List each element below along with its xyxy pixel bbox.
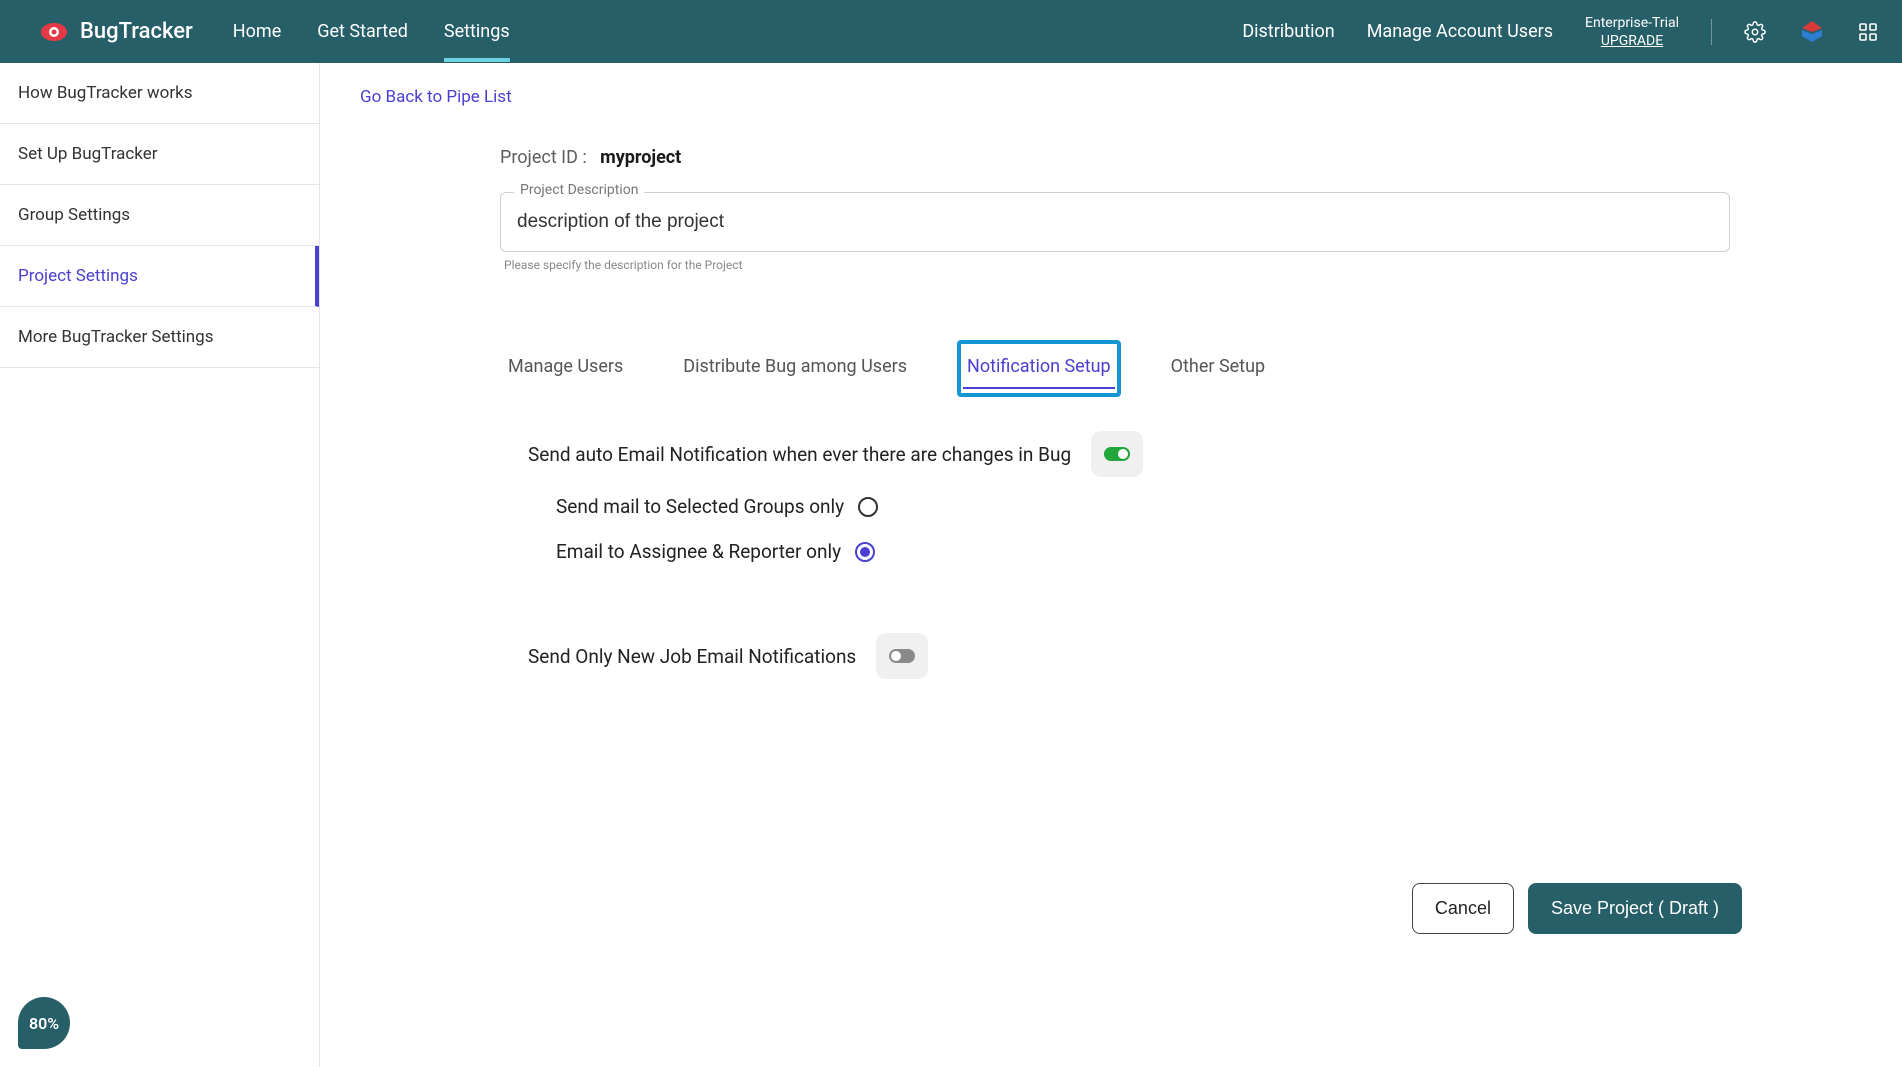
plan-info: Enterprise-Trial UPGRADE	[1585, 15, 1679, 49]
brand: BugTracker	[40, 19, 193, 44]
nav-settings[interactable]: Settings	[444, 3, 510, 60]
tab-notification-setup[interactable]: Notification Setup	[959, 342, 1119, 395]
notification-settings: Send auto Email Notification when ever t…	[528, 431, 1730, 679]
progress-chip[interactable]: 80%	[18, 997, 70, 1049]
form-footer: Cancel Save Project ( Draft )	[1412, 883, 1742, 934]
link-distribution[interactable]: Distribution	[1242, 21, 1334, 42]
project-id-row: Project ID : myproject	[500, 147, 1862, 168]
brand-logo-icon	[40, 22, 68, 42]
nav-get-started[interactable]: Get Started	[317, 3, 408, 60]
brand-name: BugTracker	[80, 19, 193, 44]
main-content: Go Back to Pipe List Project ID : myproj…	[320, 63, 1902, 1067]
apps-grid-icon[interactable]	[1858, 22, 1878, 42]
link-manage-account-users[interactable]: Manage Account Users	[1367, 21, 1553, 42]
new-job-toggle[interactable]	[876, 633, 928, 679]
sidebar-item-project-settings[interactable]: Project Settings	[0, 246, 319, 307]
project-tabs: Manage Users Distribute Bug among Users …	[500, 342, 1730, 395]
radio-assignee-reporter[interactable]	[855, 542, 875, 562]
radio-assignee-reporter-row: Email to Assignee & Reporter only	[556, 540, 1730, 563]
radio-selected-groups-row: Send mail to Selected Groups only	[556, 495, 1730, 518]
project-id-label: Project ID :	[500, 147, 587, 168]
radio-assignee-reporter-label: Email to Assignee & Reporter only	[556, 540, 841, 563]
save-project-button[interactable]: Save Project ( Draft )	[1528, 883, 1742, 934]
project-description-input[interactable]	[500, 192, 1730, 252]
plan-upgrade-link[interactable]: UPGRADE	[1601, 33, 1663, 49]
settings-sidebar: How BugTracker works Set Up BugTracker G…	[0, 63, 320, 1067]
top-header: BugTracker Home Get Started Settings Dis…	[0, 0, 1902, 63]
new-job-row: Send Only New Job Email Notifications	[528, 633, 1730, 679]
app-logo-icon[interactable]	[1798, 18, 1826, 46]
toggle-off-icon	[889, 649, 915, 663]
auto-email-row: Send auto Email Notification when ever t…	[528, 431, 1730, 477]
auto-email-toggle[interactable]	[1091, 431, 1143, 477]
tab-distribute-bug[interactable]: Distribute Bug among Users	[675, 342, 915, 395]
top-nav: Home Get Started Settings	[233, 3, 510, 60]
project-id-value: myproject	[600, 147, 681, 168]
sidebar-item-group-settings[interactable]: Group Settings	[0, 185, 319, 246]
tab-other-setup[interactable]: Other Setup	[1163, 342, 1273, 395]
gear-icon[interactable]	[1744, 21, 1766, 43]
tab-manage-users[interactable]: Manage Users	[500, 342, 631, 395]
sidebar-item-more-settings[interactable]: More BugTracker Settings	[0, 307, 319, 368]
nav-home[interactable]: Home	[233, 3, 281, 60]
header-right: Distribution Manage Account Users Enterp…	[1242, 15, 1878, 49]
project-description-hint: Please specify the description for the P…	[504, 258, 1730, 272]
sidebar-item-how-works[interactable]: How BugTracker works	[0, 63, 319, 124]
project-description-label: Project Description	[514, 182, 644, 198]
radio-selected-groups[interactable]	[858, 497, 878, 517]
cancel-button[interactable]: Cancel	[1412, 883, 1514, 934]
plan-name: Enterprise-Trial	[1585, 15, 1679, 31]
radio-selected-groups-label: Send mail to Selected Groups only	[556, 495, 844, 518]
back-to-pipe-list-link[interactable]: Go Back to Pipe List	[360, 87, 512, 107]
auto-email-label: Send auto Email Notification when ever t…	[528, 443, 1071, 466]
divider	[1711, 19, 1712, 45]
toggle-on-icon	[1104, 447, 1130, 461]
sidebar-item-setup[interactable]: Set Up BugTracker	[0, 124, 319, 185]
project-description-field: Project Description Please specify the d…	[500, 192, 1730, 272]
project-tabs-area: Manage Users Distribute Bug among Users …	[500, 342, 1730, 679]
new-job-label: Send Only New Job Email Notifications	[528, 645, 856, 668]
